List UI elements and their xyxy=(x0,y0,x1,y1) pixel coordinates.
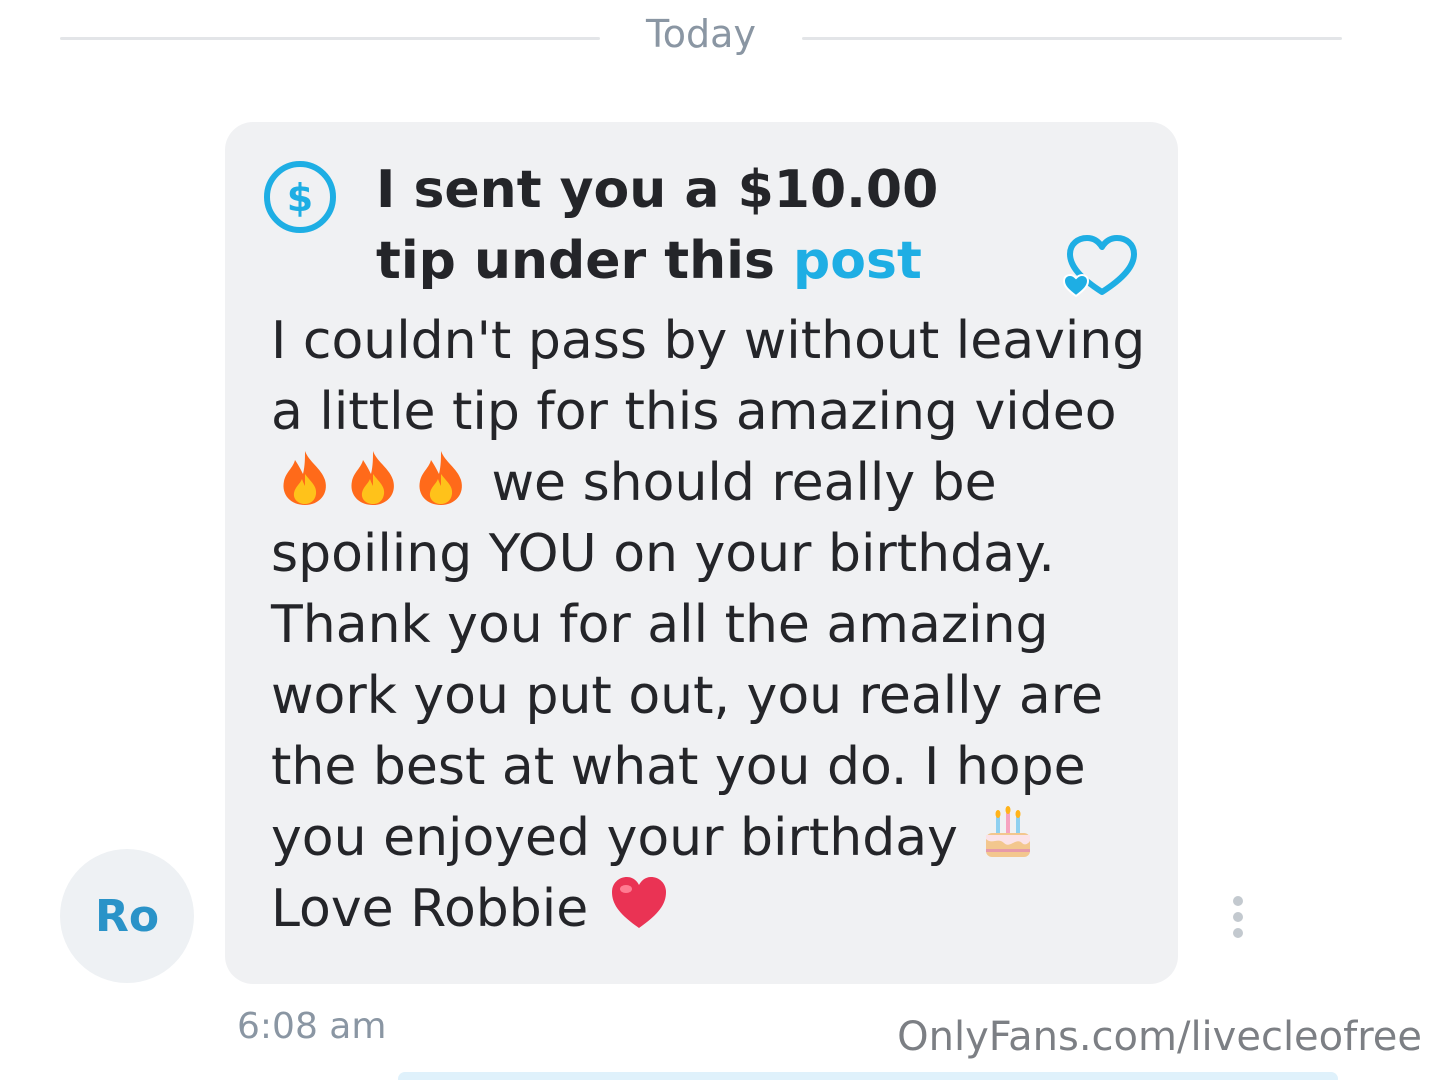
post-link[interactable]: post xyxy=(793,231,922,291)
avatar-initials: Ro xyxy=(94,890,160,942)
message-text: I couldn't pass by without leaving a lit… xyxy=(271,306,1151,945)
fire-emoji xyxy=(351,451,394,505)
heart-outline-icon[interactable] xyxy=(1062,234,1142,298)
tip-header: I sent you a $10.00 tip under this post xyxy=(376,155,1016,297)
message-text-part-1: I couldn't pass by without leaving a lit… xyxy=(271,311,1162,442)
next-message-edge xyxy=(398,1072,1338,1080)
dollar-circle-icon: $ xyxy=(264,161,336,233)
message-timestamp: 6:08 am xyxy=(237,1006,387,1047)
date-divider-line-left xyxy=(60,37,600,40)
fire-emoji xyxy=(283,451,326,505)
watermark: OnlyFans.com/livecleofree xyxy=(897,1014,1422,1060)
date-divider-line-right xyxy=(802,37,1342,40)
chat-page: Today Ro $ I sent you a $10.00 tip under… xyxy=(0,0,1440,1080)
avatar[interactable]: Ro xyxy=(60,849,194,983)
date-divider-label: Today xyxy=(646,12,756,56)
red-heart-emoji xyxy=(611,877,666,928)
svg-text:$: $ xyxy=(287,176,313,220)
birthday-cake-emoji xyxy=(986,806,1031,857)
more-vertical-icon[interactable] xyxy=(1226,893,1250,941)
fire-emoji xyxy=(419,451,462,505)
